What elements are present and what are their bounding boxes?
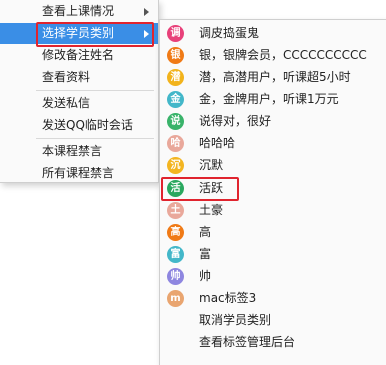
category-badge-icon: 说 xyxy=(167,113,184,130)
category-badge-icon: 沉 xyxy=(167,157,184,174)
category-label: 土豪 xyxy=(199,203,224,217)
view-tag-management-backend[interactable]: 查看标签管理后台 xyxy=(160,332,386,353)
category-label: 银，银牌会员，CCCCCCCCCC xyxy=(199,48,367,62)
category-item-rich[interactable]: 富 富 xyxy=(160,244,386,265)
menu-divider xyxy=(36,90,154,91)
category-label: 调皮捣蛋鬼 xyxy=(199,26,260,40)
category-badge-icon: 调 xyxy=(167,25,184,42)
category-label: 取消学员类别 xyxy=(199,313,272,327)
category-item-haha[interactable]: 哈 哈哈哈 xyxy=(160,133,386,154)
category-badge-icon: 土 xyxy=(167,202,184,219)
category-label: 高 xyxy=(199,225,212,239)
category-label: 富 xyxy=(199,247,212,261)
category-badge-icon: 高 xyxy=(167,224,184,241)
category-label: 潜，高潜用户，听课超5小时 xyxy=(199,70,351,84)
menu-item-label: 发送私信 xyxy=(42,96,91,110)
category-label: 帅 xyxy=(199,269,212,283)
category-badge-icon: 金 xyxy=(167,91,184,108)
menu-item-label: 修改备注姓名 xyxy=(42,48,115,62)
menu-item-send-qq-temp-chat[interactable]: 发送QQ临时会话 xyxy=(0,115,158,136)
category-badge-icon: 富 xyxy=(167,246,184,263)
category-label: 沉默 xyxy=(199,158,224,172)
menu-item-view-profile[interactable]: 查看资料 xyxy=(0,67,158,88)
category-badge-icon: 哈 xyxy=(167,135,184,152)
student-category-submenu: 调 调皮捣蛋鬼 银 银，银牌会员，CCCCCCCCCC 潜 潜，高潜用户，听课超… xyxy=(159,19,386,365)
menu-divider xyxy=(36,138,154,139)
category-label: 说得对，很好 xyxy=(199,114,272,128)
category-item-potential[interactable]: 潜 潜，高潜用户，听课超5小时 xyxy=(160,67,386,88)
student-context-menu: 查看上课情况 选择学员类别 修改备注姓名 查看资料 发送私信 发送QQ临时会话 … xyxy=(0,0,159,183)
category-badge-icon: m xyxy=(167,290,184,307)
category-label: 活跃 xyxy=(199,181,224,195)
menu-item-view-attendance[interactable]: 查看上课情况 xyxy=(0,1,158,22)
menu-item-send-private-message[interactable]: 发送私信 xyxy=(0,93,158,114)
menu-item-label: 所有课程禁言 xyxy=(42,166,115,180)
category-badge-icon: 活 xyxy=(167,180,184,197)
category-label: 哈哈哈 xyxy=(199,136,236,150)
category-item-silent[interactable]: 沉 沉默 xyxy=(160,155,386,176)
category-item-active[interactable]: 活 活跃 xyxy=(160,177,386,201)
category-item-tycoon[interactable]: 土 土豪 xyxy=(160,200,386,221)
category-item-handsome[interactable]: 帅 帅 xyxy=(160,266,386,287)
menu-item-mute-this-course[interactable]: 本课程禁言 xyxy=(0,141,158,162)
submenu-arrow-icon xyxy=(144,30,149,38)
category-item-well-said[interactable]: 说 说得对，很好 xyxy=(160,111,386,132)
category-badge-icon: 银 xyxy=(167,47,184,64)
menu-item-mute-all-courses[interactable]: 所有课程禁言 xyxy=(0,163,158,184)
category-item-naughty[interactable]: 调 调皮捣蛋鬼 xyxy=(160,23,386,44)
category-label: 查看标签管理后台 xyxy=(199,335,296,349)
menu-item-label: 查看上课情况 xyxy=(42,4,115,18)
menu-item-label: 选择学员类别 xyxy=(42,26,115,40)
category-item-mac-tag3[interactable]: m mac标签3 xyxy=(160,288,386,309)
category-badge-icon: 帅 xyxy=(167,268,184,285)
category-item-tall[interactable]: 高 高 xyxy=(160,222,386,243)
menu-item-edit-remark-name[interactable]: 修改备注姓名 xyxy=(0,45,158,66)
submenu-arrow-icon xyxy=(144,8,149,16)
category-item-gold[interactable]: 金 金，金牌用户，听课1万元 xyxy=(160,89,386,110)
category-label: 金，金牌用户，听课1万元 xyxy=(199,92,339,106)
category-badge-icon: 潜 xyxy=(167,69,184,86)
menu-item-select-student-category[interactable]: 选择学员类别 xyxy=(0,22,158,47)
menu-item-label: 本课程禁言 xyxy=(42,144,103,158)
menu-item-label: 发送QQ临时会话 xyxy=(42,118,133,132)
cancel-student-category[interactable]: 取消学员类别 xyxy=(160,310,386,331)
menu-item-label: 查看资料 xyxy=(42,70,91,84)
category-item-silver[interactable]: 银 银，银牌会员，CCCCCCCCCC xyxy=(160,45,386,66)
category-label: mac标签3 xyxy=(199,291,257,305)
